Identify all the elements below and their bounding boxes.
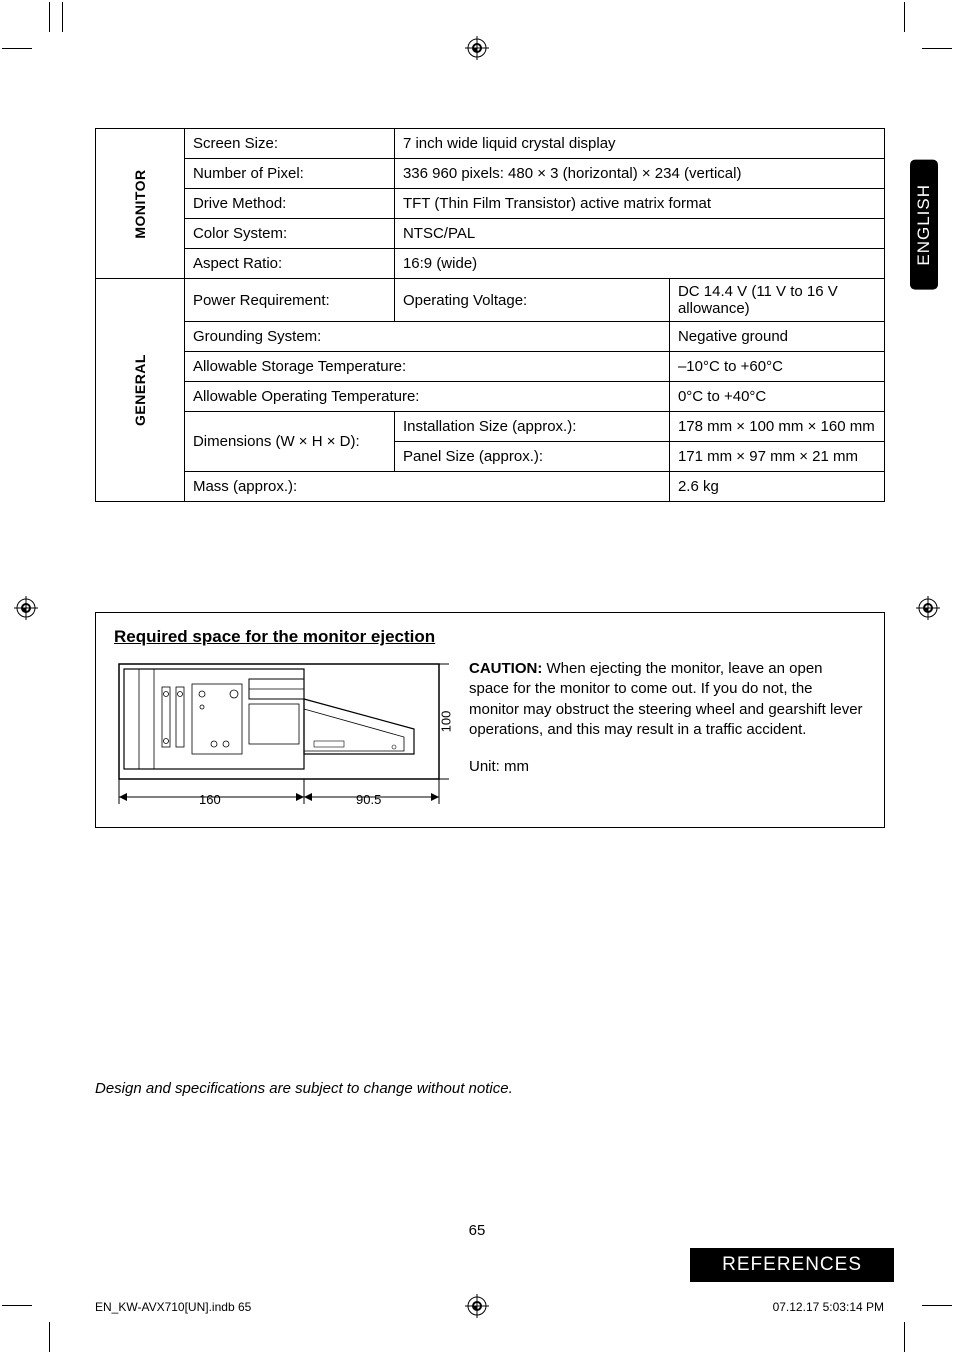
- spec-value: DC 14.4 V (11 V to 16 V allowance): [669, 279, 884, 322]
- spec-label: Drive Method:: [184, 189, 394, 219]
- dimension-h: 100: [439, 711, 454, 733]
- spec-table: MONITOR Screen Size: 7 inch wide liquid …: [95, 128, 885, 502]
- dimension-w2: 90.5: [356, 792, 381, 807]
- table-row: GENERAL Power Requirement: Operating Vol…: [96, 279, 885, 322]
- spec-value: 336 960 pixels: 480 × 3 (horizontal) × 2…: [394, 159, 884, 189]
- spec-label: Allowable Storage Temperature:: [184, 352, 669, 382]
- table-row: Dimensions (W × H × D): Installation Siz…: [96, 412, 885, 442]
- table-row: Grounding System: Negative ground: [96, 322, 885, 352]
- spec-value: 7 inch wide liquid crystal display: [394, 129, 884, 159]
- spec-label: Power Requirement:: [184, 279, 394, 322]
- spec-label: Aspect Ratio:: [184, 249, 394, 279]
- spec-label: Installation Size (approx.):: [394, 412, 669, 442]
- page-number: 65: [0, 1222, 954, 1239]
- category-general: GENERAL: [132, 354, 148, 426]
- references-tab: REFERENCES: [690, 1248, 894, 1282]
- registration-mark-icon: [916, 596, 940, 620]
- spec-label: Color System:: [184, 219, 394, 249]
- table-row: Number of Pixel: 336 960 pixels: 480 × 3…: [96, 159, 885, 189]
- unit-label: Unit: mm: [469, 758, 866, 775]
- table-row: Aspect Ratio: 16:9 (wide): [96, 249, 885, 279]
- table-row: Allowable Storage Temperature: –10°C to …: [96, 352, 885, 382]
- spec-label: Screen Size:: [184, 129, 394, 159]
- ejection-diagram: 160 90.5 100: [114, 659, 449, 809]
- spec-label: Number of Pixel:: [184, 159, 394, 189]
- spec-label: Dimensions (W × H × D):: [184, 412, 394, 472]
- table-row: MONITOR Screen Size: 7 inch wide liquid …: [96, 129, 885, 159]
- spec-label: Operating Voltage:: [394, 279, 669, 322]
- disclaimer-text: Design and specifications are subject to…: [95, 1080, 513, 1097]
- table-row: Drive Method: TFT (Thin Film Transistor)…: [96, 189, 885, 219]
- spec-value: Negative ground: [669, 322, 884, 352]
- footer-timestamp: 07.12.17 5:03:14 PM: [773, 1300, 884, 1314]
- spec-value: –10°C to +60°C: [669, 352, 884, 382]
- box-heading: Required space for the monitor ejection: [114, 627, 866, 647]
- category-monitor: MONITOR: [132, 168, 148, 240]
- spec-value: 171 mm × 97 mm × 21 mm: [669, 442, 884, 472]
- spec-label: Panel Size (approx.):: [394, 442, 669, 472]
- spec-value: 178 mm × 100 mm × 160 mm: [669, 412, 884, 442]
- language-tab: ENGLISH: [910, 160, 938, 290]
- table-row: Mass (approx.): 2.6 kg: [96, 472, 885, 502]
- table-row: Allowable Operating Temperature: 0°C to …: [96, 382, 885, 412]
- ejection-space-box: Required space for the monitor ejection: [95, 612, 885, 828]
- spec-value: 0°C to +40°C: [669, 382, 884, 412]
- spec-label: Grounding System:: [184, 322, 669, 352]
- registration-mark-icon: [465, 36, 489, 60]
- spec-value: 2.6 kg: [669, 472, 884, 502]
- table-row: Color System: NTSC/PAL: [96, 219, 885, 249]
- registration-mark-icon: [465, 1294, 489, 1318]
- footer-filename: EN_KW-AVX710[UN].indb 65: [95, 1300, 251, 1314]
- spec-label: Allowable Operating Temperature:: [184, 382, 669, 412]
- spec-label: Mass (approx.):: [184, 472, 669, 502]
- dimension-w1: 160: [199, 792, 221, 807]
- spec-value: TFT (Thin Film Transistor) active matrix…: [394, 189, 884, 219]
- caution-text: CAUTION: When ejecting the monitor, leav…: [469, 659, 866, 740]
- spec-value: NTSC/PAL: [394, 219, 884, 249]
- caution-label: CAUTION:: [469, 660, 542, 677]
- spec-value: 16:9 (wide): [394, 249, 884, 279]
- registration-mark-icon: [14, 596, 38, 620]
